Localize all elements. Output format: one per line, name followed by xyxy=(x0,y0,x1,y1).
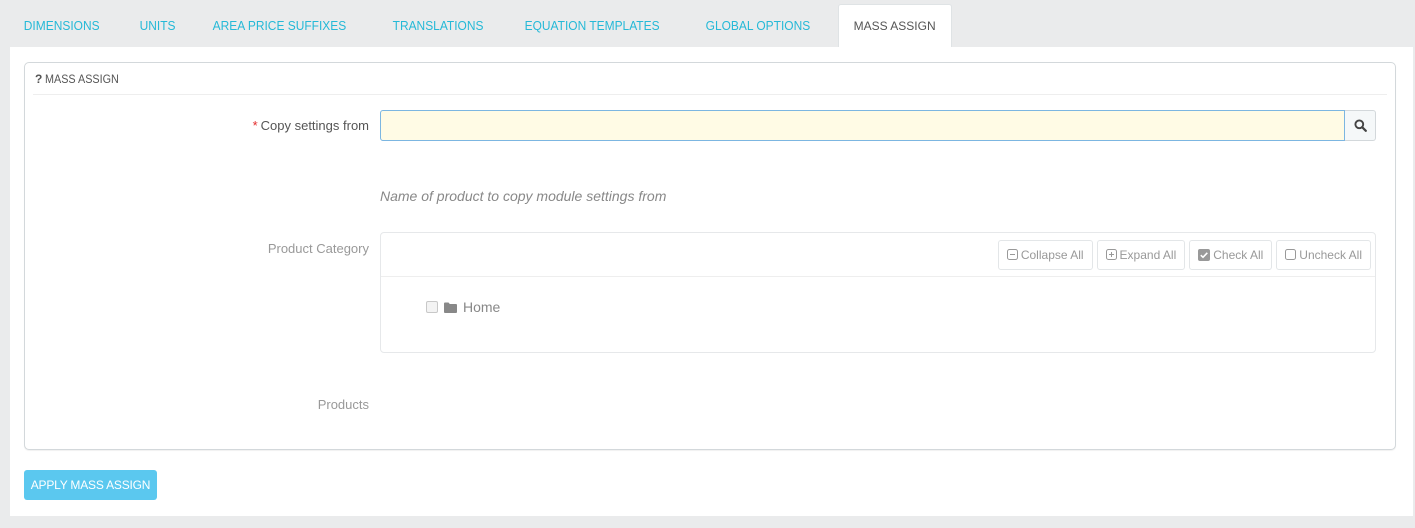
collapse-icon xyxy=(1006,249,1018,260)
uncheck-all-button[interactable]: Uncheck All xyxy=(1276,239,1371,270)
panel-heading: ? MASS ASSIGN xyxy=(33,63,1387,95)
product-category-label: Product Category xyxy=(267,241,369,256)
copy-settings-help-text: Name of product to copy module settings … xyxy=(380,188,667,204)
check-all-label: Check All xyxy=(1213,247,1264,262)
tab-bar: DIMENSIONS UNITS AREA PRICE SUFFIXES TRA… xyxy=(10,4,952,47)
panel-title: MASS ASSIGN xyxy=(45,71,120,86)
tab-global-options[interactable]: GLOBAL OPTIONS xyxy=(690,4,826,47)
copy-settings-input[interactable] xyxy=(380,110,1345,141)
mass-assign-panel: ? MASS ASSIGN * Copy settings from Name o… xyxy=(24,62,1396,450)
copy-settings-field-group xyxy=(380,110,1376,141)
tab-area-price-suffixes[interactable]: AREA PRICE SUFFIXES xyxy=(197,4,362,47)
apply-mass-assign-button[interactable]: APPLY MASS ASSIGN xyxy=(24,470,157,500)
required-marker: * xyxy=(252,118,258,133)
tree-node-home: Home xyxy=(426,299,500,315)
tab-dimensions[interactable]: DIMENSIONS xyxy=(10,4,115,47)
empty-box-icon xyxy=(1285,249,1297,260)
products-label: Products xyxy=(317,397,369,412)
search-button[interactable] xyxy=(1345,110,1376,141)
collapse-all-label: Collapse All xyxy=(1020,247,1084,262)
search-icon xyxy=(1353,119,1367,132)
copy-settings-label: * Copy settings from xyxy=(253,118,369,133)
tab-translations[interactable]: TRANSLATIONS xyxy=(377,4,499,47)
tree-node-label[interactable]: Home xyxy=(463,299,500,315)
tab-content: ? MASS ASSIGN * Copy settings from Name o… xyxy=(10,47,1413,516)
tab-equation-templates[interactable]: EQUATION TEMPLATES xyxy=(509,4,675,47)
category-tree: Collapse All Expand All Check All Unchec… xyxy=(380,232,1376,353)
category-checkbox[interactable] xyxy=(426,301,438,313)
tab-mass-assign[interactable]: MASS ASSIGN xyxy=(837,4,952,47)
collapse-all-button[interactable]: Collapse All xyxy=(997,239,1093,270)
copy-settings-label-text: Copy settings from xyxy=(260,118,369,133)
tab-units[interactable]: UNITS xyxy=(124,4,191,47)
help-icon: ? xyxy=(35,71,43,86)
expand-all-label: Expand All xyxy=(1119,247,1177,262)
check-all-button[interactable]: Check All xyxy=(1189,239,1273,270)
expand-icon xyxy=(1105,249,1117,260)
folder-icon xyxy=(444,302,457,313)
checked-box-icon xyxy=(1198,248,1211,261)
expand-all-button[interactable]: Expand All xyxy=(1096,239,1186,270)
uncheck-all-label: Uncheck All xyxy=(1299,247,1362,262)
category-tree-toolbar: Collapse All Expand All Check All Unchec… xyxy=(381,233,1375,277)
